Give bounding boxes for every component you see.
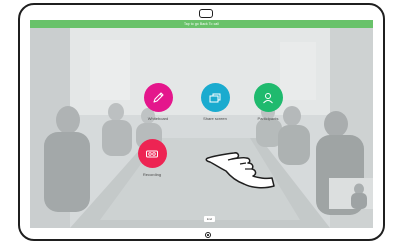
tap-hand-icon [205, 152, 275, 189]
share-screen-tile[interactable]: Share screen [190, 83, 240, 121]
whiteboard-button[interactable] [143, 83, 173, 112]
recording-tile[interactable]: Recording [127, 139, 177, 177]
end-call-button[interactable]: End [204, 216, 215, 222]
banner-text: Tap to go Back To call [183, 22, 220, 26]
whiteboard-tile[interactable]: Whiteboard [133, 83, 183, 121]
participants-label: Participants [257, 116, 279, 121]
person-icon [263, 92, 273, 103]
return-to-call-banner[interactable]: Tap to go Back To call [30, 20, 373, 28]
home-button[interactable] [205, 232, 211, 238]
share-screen-label: Share screen [203, 116, 227, 121]
end-call-label: End [206, 217, 213, 221]
call-screen: Tap to go Back To call Whiteboard Share … [30, 20, 373, 228]
recording-button[interactable] [137, 139, 167, 168]
participants-button[interactable] [253, 83, 283, 112]
meeting-room-image [30, 20, 373, 228]
share-screen-button[interactable] [200, 83, 230, 112]
self-view-image [329, 178, 373, 209]
record-icon [146, 150, 158, 157]
pencil-icon [153, 91, 164, 103]
whiteboard-label: Whiteboard [147, 116, 169, 121]
recording-label: Recording [142, 172, 162, 177]
participants-tile[interactable]: Participants [243, 83, 293, 121]
share-screen-icon [209, 93, 221, 102]
camera-icon [199, 9, 213, 18]
self-view-video[interactable] [329, 178, 373, 209]
